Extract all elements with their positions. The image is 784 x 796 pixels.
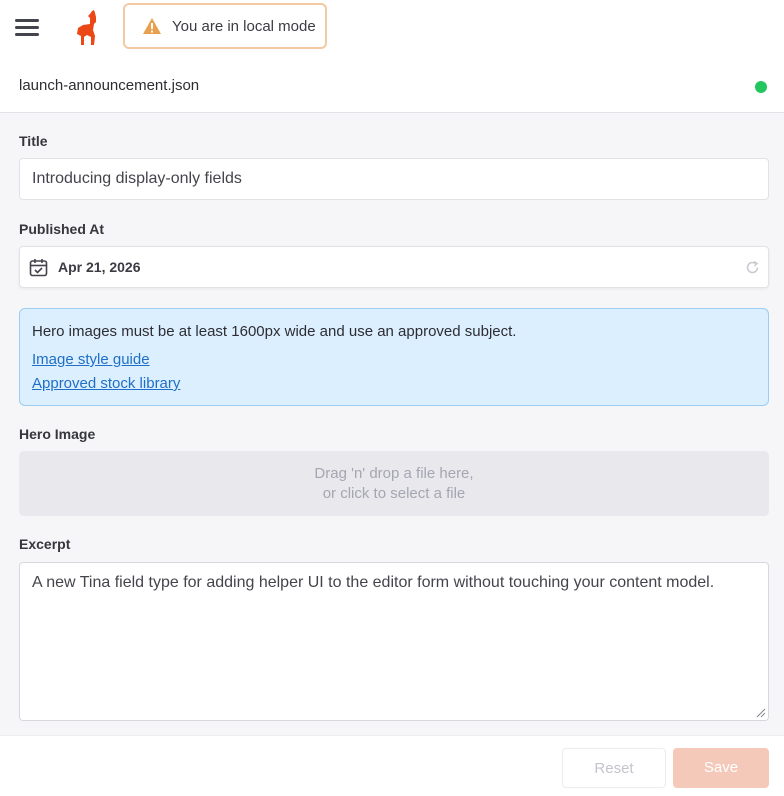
excerpt-textarea[interactable]: A new Tina field type for adding helper … (19, 562, 769, 721)
excerpt-text: A new Tina field type for adding helper … (32, 574, 715, 591)
published-at-label: Published At (19, 221, 105, 237)
editor-form: Title Introducing display-only fields Pu… (0, 113, 784, 735)
resize-grip-icon[interactable] (756, 708, 766, 718)
dropzone-line-2: or click to select a file (322, 485, 466, 502)
title-input[interactable]: Introducing display-only fields (19, 158, 769, 200)
info-message: Hero images must be at least 1600px wide… (32, 323, 517, 340)
calendar-icon (29, 259, 48, 277)
image-style-guide-link[interactable]: Image style guide (32, 351, 150, 368)
warning-icon (143, 18, 161, 34)
title-label: Title (19, 133, 48, 149)
published-at-date-picker[interactable]: Apr 21, 2026 (19, 246, 769, 288)
save-button[interactable]: Save (673, 748, 769, 788)
published-at-value: Apr 21, 2026 (58, 259, 141, 275)
document-filename: launch-announcement.json (19, 77, 200, 94)
top-bar: You are in local mode launch-announcemen… (0, 0, 784, 113)
dropzone-line-1: Drag 'n' drop a file here, (314, 465, 474, 482)
form-footer: Reset Save (0, 735, 784, 796)
hero-image-dropzone[interactable]: Drag 'n' drop a file here, or click to s… (19, 451, 769, 516)
local-mode-text: You are in local mode (172, 17, 316, 35)
local-mode-badge: You are in local mode (123, 3, 327, 49)
excerpt-label: Excerpt (19, 536, 71, 552)
reset-date-icon[interactable] (745, 260, 760, 275)
approved-stock-library-link[interactable]: Approved stock library (32, 375, 180, 392)
hamburger-menu-icon[interactable] (15, 18, 39, 38)
reset-button[interactable]: Reset (562, 748, 666, 788)
llama-logo-icon (77, 10, 96, 45)
hero-image-info-box: Hero images must be at least 1600px wide… (19, 308, 769, 406)
hero-image-label: Hero Image (19, 426, 96, 442)
status-dot (755, 81, 767, 93)
